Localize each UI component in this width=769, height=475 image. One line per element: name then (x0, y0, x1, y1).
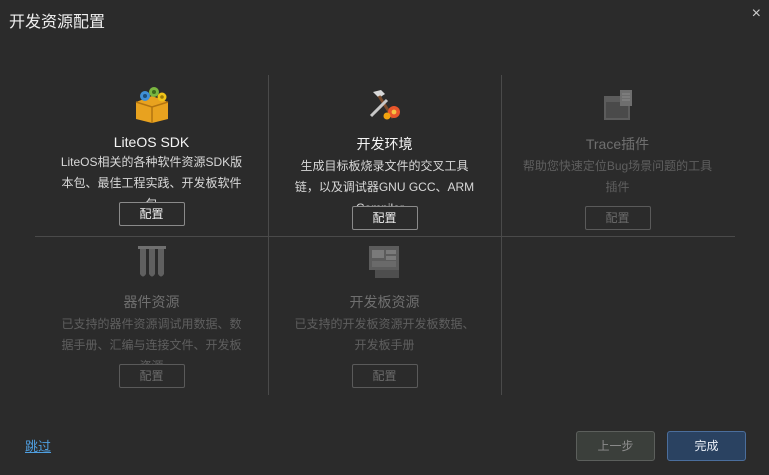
card-title: Trace插件 (585, 136, 650, 152)
configure-button[interactable]: 配置 (118, 202, 185, 226)
close-icon[interactable]: × (752, 5, 761, 23)
finish-button[interactable]: 完成 (667, 431, 746, 461)
card-description: 已支持的开发板资源开发板数据、开发板手册 (294, 317, 475, 352)
tools-gear-icon (268, 85, 501, 125)
board-icon (268, 243, 501, 283)
card-description: 帮助您快速定位Bug场景问题的工具插件 (522, 159, 713, 194)
previous-button: 上一步 (576, 431, 655, 461)
card-description: 已支持的器件资源调试用数据、数据手册、汇编与连接文件、开发板资源 (61, 317, 242, 373)
card-trace-plugin: Trace插件 帮助您快速定位Bug场景问题的工具插件 配置 (501, 85, 734, 230)
card-board-resources: 开发板资源 已支持的开发板资源开发板数据、开发板手册 配置 (268, 243, 501, 388)
trace-window-icon (501, 85, 734, 125)
configure-button: 配置 (351, 364, 418, 388)
card-title: 器件资源 (123, 294, 180, 310)
configure-button: 配置 (118, 364, 185, 388)
card-device-resources: 器件资源 已支持的器件资源调试用数据、数据手册、汇编与连接文件、开发板资源 配置 (35, 243, 268, 388)
card-dev-environment: 开发环境 生成目标板烧录文件的交叉工具链，以及调试器GNU GCC、ARM Co… (268, 85, 501, 230)
card-title: 开发环境 (356, 136, 413, 152)
divider (35, 236, 735, 237)
card-title: LiteOS SDK (113, 134, 190, 150)
skip-link[interactable]: 跳过 (25, 436, 51, 455)
card-liteos-sdk: LiteOS SDK LiteOS相关的各种软件资源SDK版本包、最佳工程实践、… (35, 85, 268, 226)
dialog-title: 开发资源配置 (9, 14, 106, 31)
card-title: 开发板资源 (349, 294, 420, 310)
configure-button[interactable]: 配置 (351, 206, 418, 230)
test-tubes-icon (35, 243, 268, 283)
configure-button: 配置 (584, 206, 651, 230)
resource-grid: LiteOS SDK LiteOS相关的各种软件资源SDK版本包、最佳工程实践、… (35, 75, 735, 395)
gears-box-icon (35, 85, 268, 125)
card-description: LiteOS相关的各种软件资源SDK版本包、最佳工程实践、开发板软件包 (60, 155, 243, 211)
card-description: 生成目标板烧录文件的交叉工具链，以及调试器GNU GCC、ARM Compile… (294, 159, 475, 215)
